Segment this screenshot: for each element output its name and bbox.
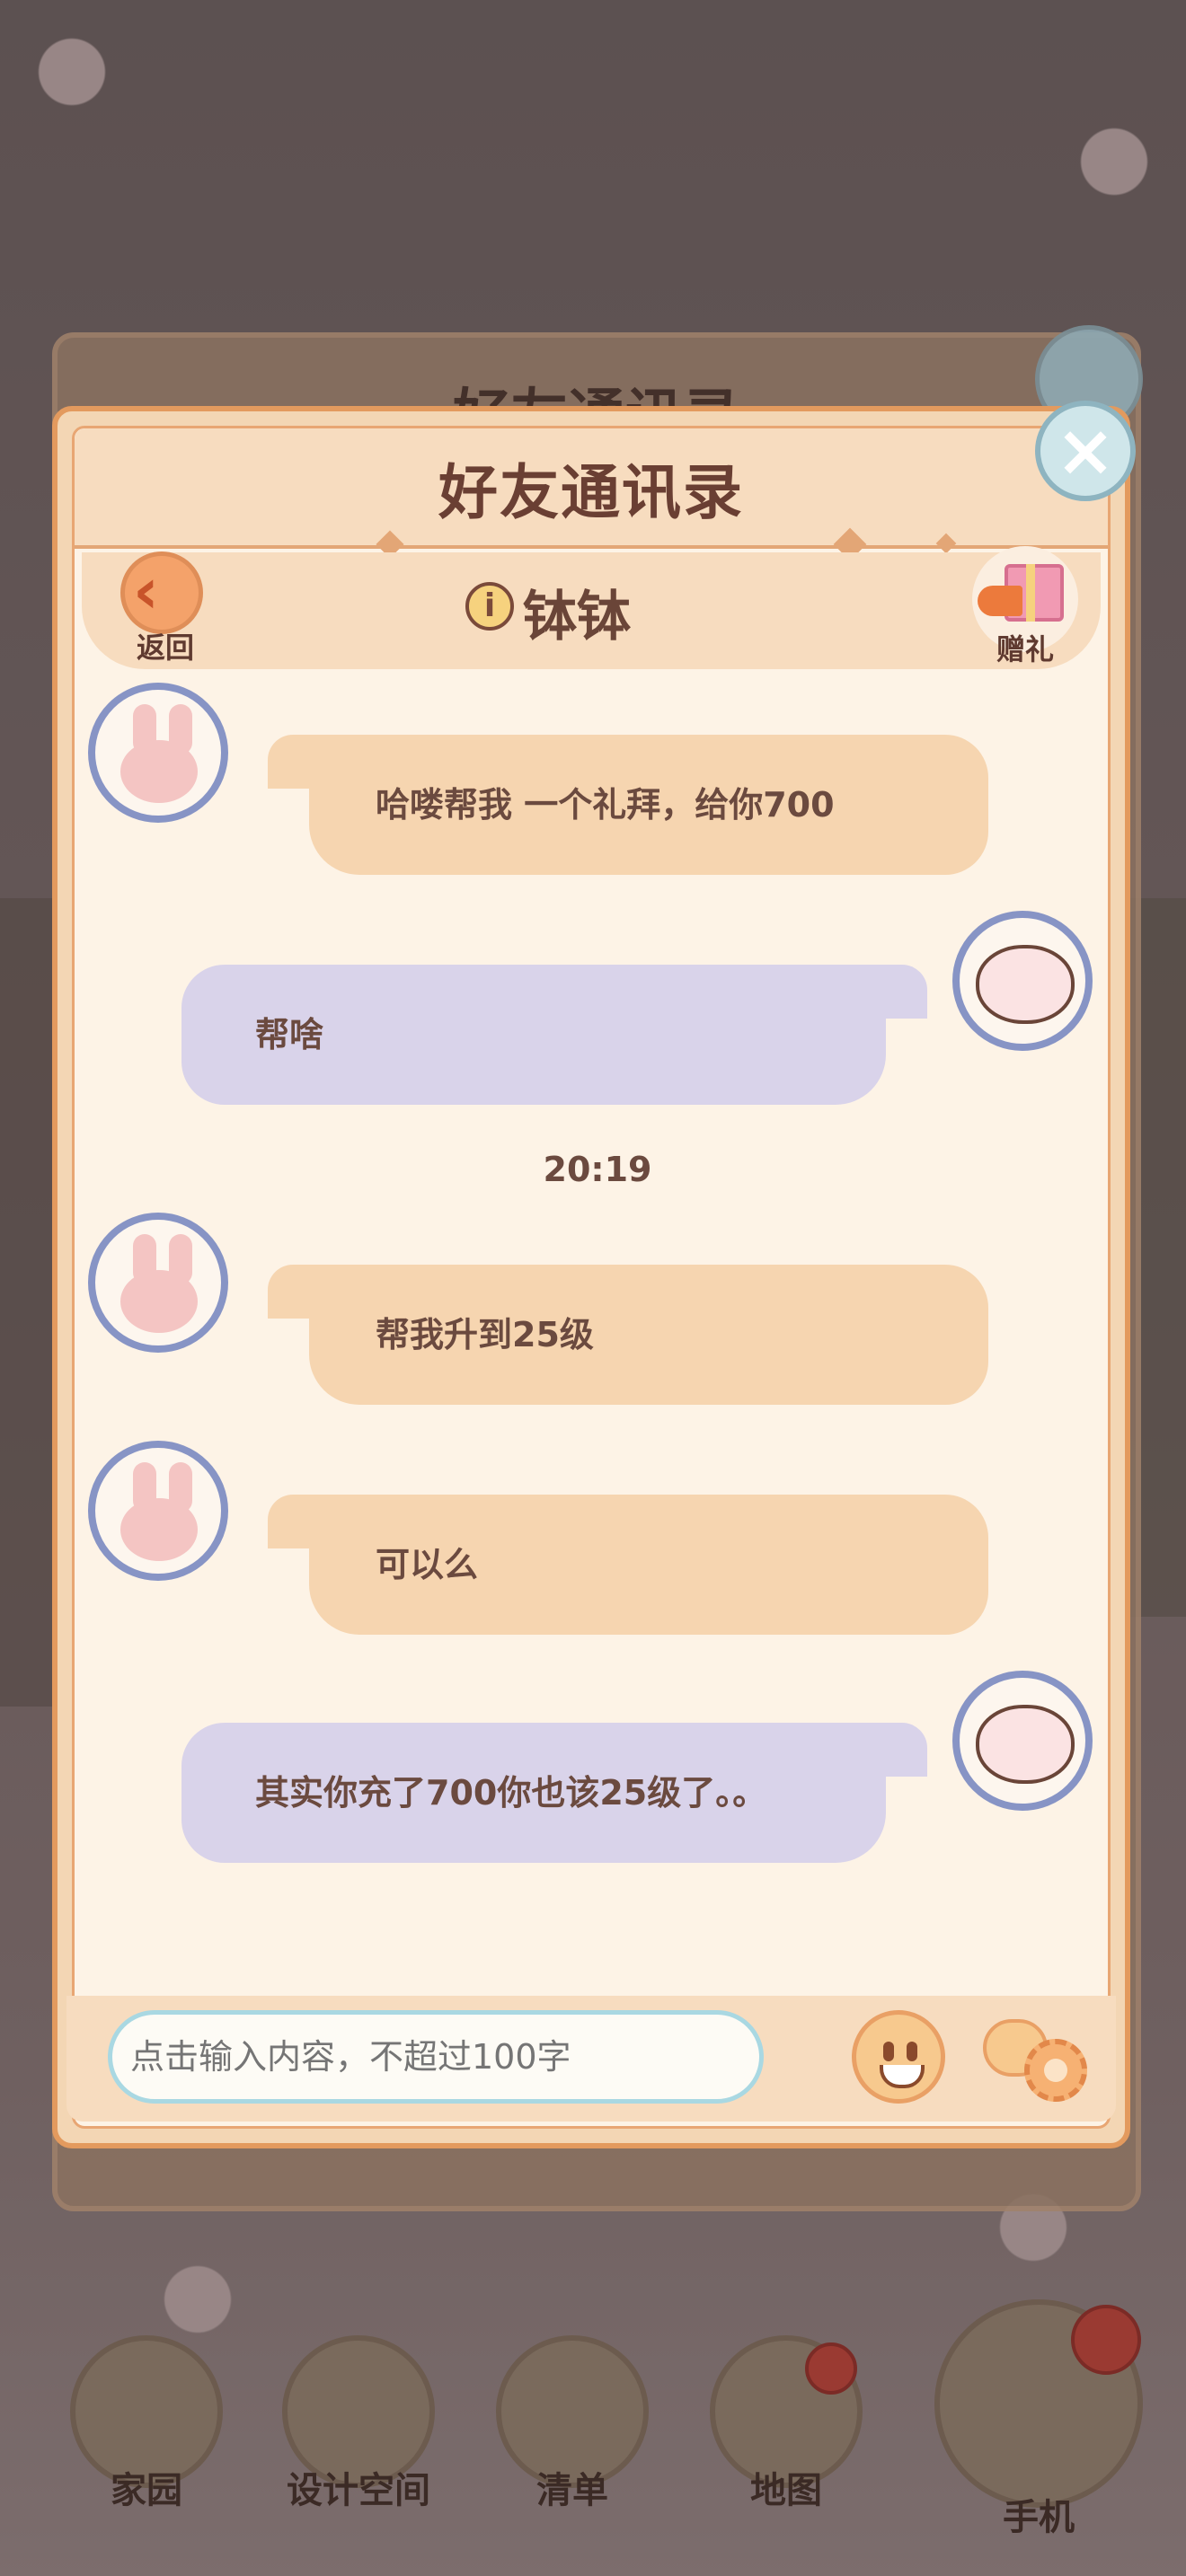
friend-avatar[interactable] [88, 1213, 228, 1353]
info-icon[interactable]: i [465, 582, 514, 631]
my-avatar[interactable] [952, 911, 1093, 1051]
map-notification-dot [805, 2342, 857, 2395]
arrow-icon [978, 586, 1022, 616]
sheep-icon [976, 945, 1075, 1024]
gift-label: 赠礼 [996, 632, 1054, 666]
bunny-icon [120, 1498, 198, 1561]
back-label: 返回 [136, 631, 194, 665]
dialog-title: 好友通讯录 [438, 458, 744, 527]
phone-notification-dot [1071, 2305, 1141, 2375]
close-button[interactable]: × [1035, 401, 1136, 501]
bunny-icon [120, 740, 198, 803]
phone-label: 手机 [1003, 2497, 1075, 2538]
message-bubble-me[interactable]: 帮啥 [181, 965, 927, 1105]
gift-button[interactable]: 赠礼 [967, 546, 1084, 666]
message-input[interactable] [108, 2010, 764, 2104]
nav-design-space[interactable]: 设计空间 [282, 2335, 435, 2513]
gift-ribbon [1026, 564, 1035, 622]
friend-avatar[interactable] [88, 1441, 228, 1581]
nav-checklist[interactable]: 清单 [496, 2335, 649, 2513]
nav-map-label: 地图 [750, 2470, 822, 2511]
friend-avatar[interactable] [88, 683, 228, 823]
emoji-mouth [880, 2065, 925, 2088]
friend-name: 钵钵 [523, 586, 631, 648]
chat-settings-button[interactable] [983, 2012, 1094, 2105]
chevron-left-icon: ‹ [133, 554, 159, 628]
emoji-button[interactable] [852, 2010, 945, 2104]
message-bubble-friend[interactable]: 哈喽帮我 一个礼拜，给你700 [268, 735, 988, 875]
emoji-icon [907, 2042, 917, 2061]
sheep-icon [976, 1705, 1075, 1784]
message-bubble-me[interactable]: 其实你充了700你也该25级了。。 [181, 1723, 927, 1863]
nav-home-label: 家园 [111, 2470, 182, 2511]
message-bubble-friend[interactable]: 帮我升到25级 [268, 1265, 988, 1405]
back-button[interactable]: ‹ 返回 [111, 551, 219, 665]
message-bubble-friend[interactable]: 可以么 [268, 1495, 988, 1635]
nav-home[interactable]: 家园 [70, 2335, 223, 2513]
nav-design-space-label: 设计空间 [287, 2470, 430, 2511]
nav-checklist-label: 清单 [536, 2470, 608, 2511]
bunny-icon [120, 1270, 198, 1333]
emoji-icon [883, 2042, 894, 2061]
gear-icon [1024, 2039, 1087, 2102]
close-icon: × [1055, 409, 1116, 492]
my-avatar[interactable] [952, 1671, 1093, 1811]
dialog-header: 好友通讯录 [75, 428, 1108, 549]
